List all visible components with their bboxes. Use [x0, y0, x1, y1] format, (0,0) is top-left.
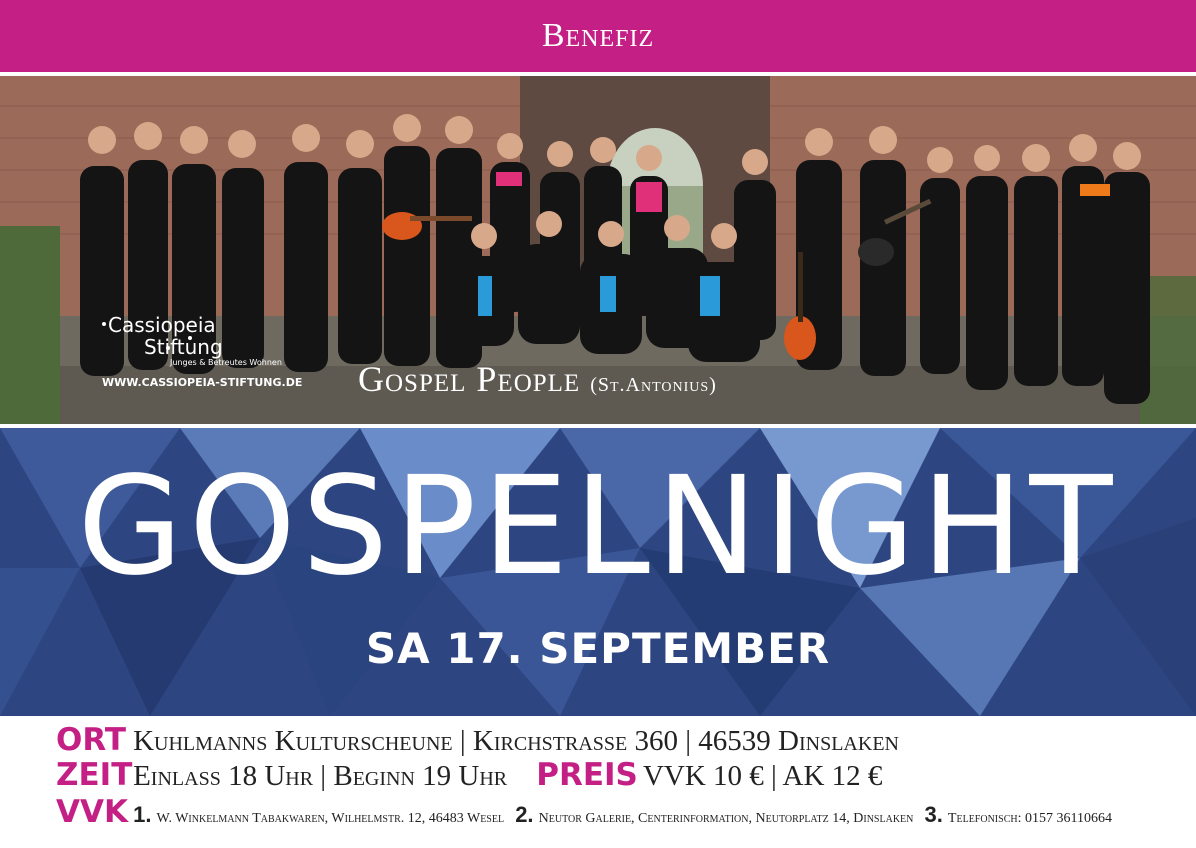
presale-num-1: 1.: [133, 802, 152, 827]
choir-name: Gospel People (St.Antonius): [358, 358, 717, 400]
choir-name-main: Gospel People: [358, 359, 581, 399]
logo-name-1: Cassiopeia: [108, 313, 216, 337]
cassiopeia-logo: Cassiopeia Stiftung Junges & Betreutes W…: [108, 314, 282, 367]
logo-tagline: Junges & Betreutes Wohnen: [170, 358, 282, 367]
location-row: ORT Kuhlmanns Kulturscheune | Kirchstraß…: [56, 722, 899, 758]
time-row: ZEIT Einlass 18 Uhr | Beginn 19 Uhr PREI…: [56, 757, 882, 793]
presale-num-3: 3.: [924, 802, 943, 827]
presale-text-2: Neutor Galerie, Centerinformation, Neuto…: [538, 811, 914, 826]
choir-name-sub: (St.Antonius): [590, 374, 717, 396]
presale-num-2: 2.: [515, 802, 534, 827]
price-label: PREIS: [536, 757, 638, 793]
event-date: SA 17. SEPTEMBER: [365, 624, 831, 673]
header-title: Benefiz: [541, 17, 655, 54]
header-band: Benefiz: [0, 0, 1196, 72]
presale-label: VVK: [56, 794, 129, 830]
presale-text-1: W. Winkelmann Tabakwaren, Wilhelmstr. 12…: [156, 811, 505, 826]
price-value: VVK 10 € | AK 12 €: [642, 760, 883, 792]
logo-url: WWW.CASSIOPEIA-STIFTUNG.DE: [102, 376, 303, 389]
presale-row: VVK 1. W. Winkelmann Tabakwaren, Wilhelm…: [56, 794, 1112, 830]
event-title: GOSPELNIGHT: [77, 448, 1119, 606]
time-value: Einlass 18 Uhr | Beginn 19 Uhr: [133, 760, 508, 792]
presale-text-3: Telefonisch: 0157 36110664: [947, 811, 1112, 826]
location-value: Kuhlmanns Kulturscheune | Kirchstraße 36…: [133, 725, 899, 757]
location-label: ORT: [56, 722, 126, 758]
choir-photo: Cassiopeia Stiftung Junges & Betreutes W…: [0, 76, 1196, 424]
event-panel: GOSPELNIGHT SA 17. SEPTEMBER: [0, 428, 1196, 716]
logo-name-2: Stiftung: [144, 335, 223, 359]
time-label: ZEIT: [56, 757, 133, 793]
